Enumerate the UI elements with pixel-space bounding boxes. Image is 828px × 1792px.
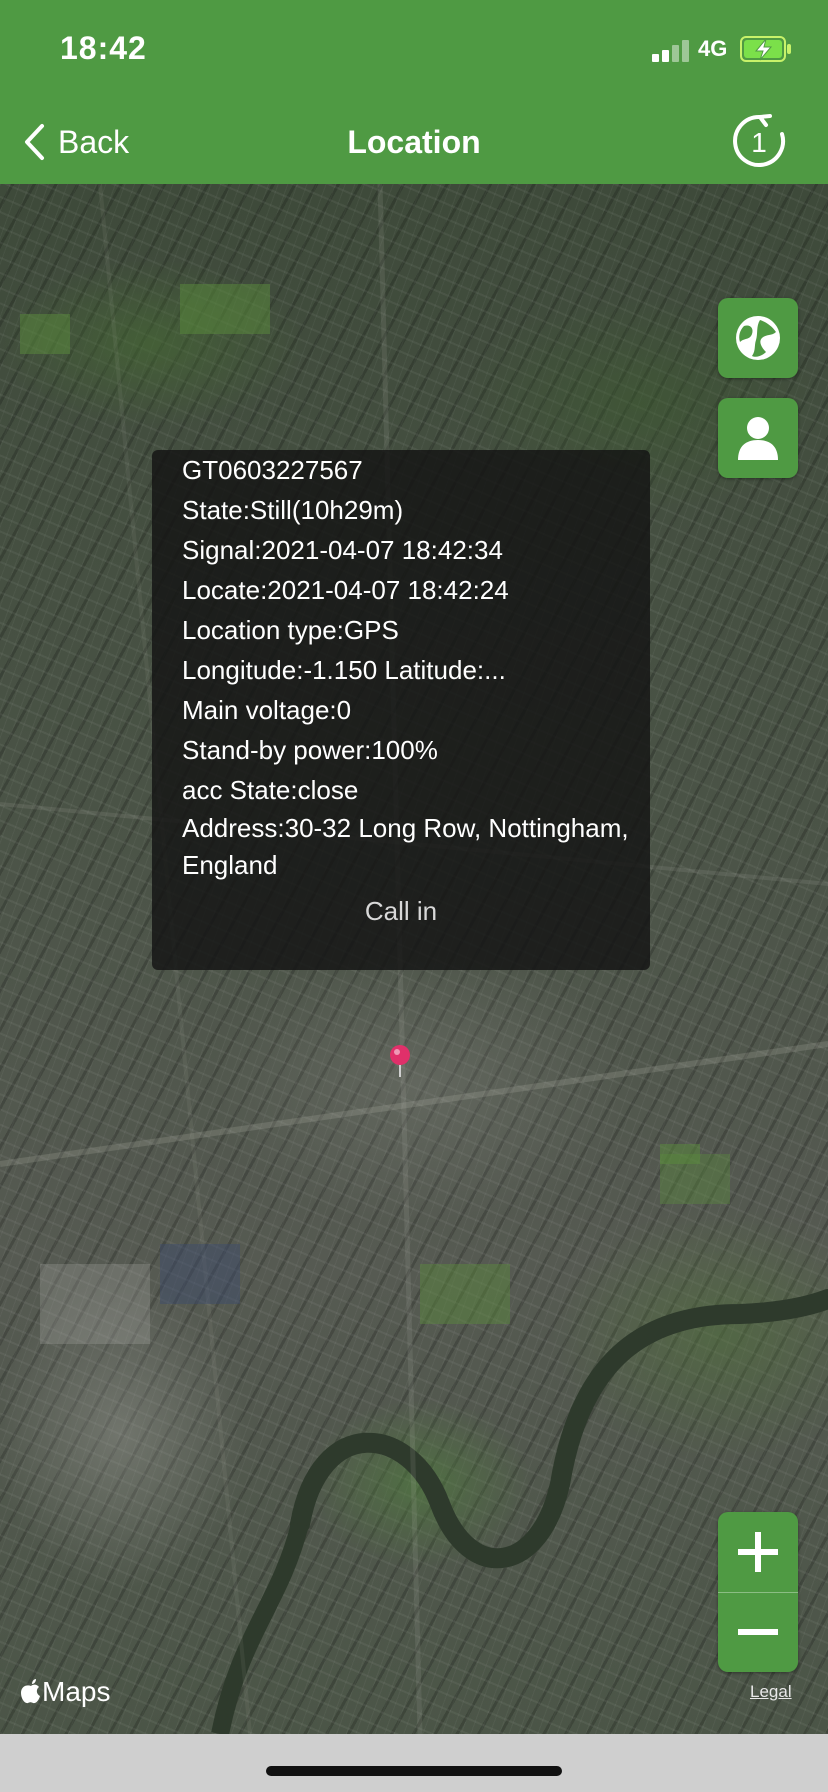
- location-pin-icon[interactable]: [388, 1044, 412, 1078]
- apple-maps-logo: Maps: [20, 1676, 110, 1708]
- acc-state: acc State:close: [182, 775, 359, 805]
- signal-time: Signal:2021-04-07 18:42:34: [182, 535, 503, 565]
- device-id: GT0603227567: [182, 455, 363, 485]
- call-in-button[interactable]: Call in: [152, 896, 650, 927]
- globe-icon: [736, 316, 780, 360]
- zoom-in-button[interactable]: [718, 1512, 798, 1592]
- cellular-signal-icon: [652, 40, 689, 62]
- location-type: Location type:GPS: [182, 615, 399, 645]
- locate-time: Locate:2021-04-07 18:42:24: [182, 575, 509, 605]
- battery-charging-icon: [740, 36, 791, 62]
- zoom-out-button[interactable]: [718, 1592, 798, 1672]
- network-type: 4G: [698, 36, 728, 61]
- address: Address:30-32 Long Row, Nottingham, Engl…: [182, 813, 629, 880]
- status-bar: 18:42 4G: [0, 0, 828, 100]
- coordinates: Longitude:-1.150 Latitude:...: [182, 655, 506, 685]
- plus-icon: [738, 1532, 778, 1572]
- refresh-count: 1: [751, 127, 767, 158]
- map-type-button[interactable]: [718, 298, 798, 378]
- status-time: 18:42: [60, 30, 147, 66]
- zoom-control: [718, 1512, 798, 1672]
- person-icon: [738, 417, 778, 460]
- navigation-bar: Back Location 1: [0, 100, 828, 184]
- user-location-button[interactable]: [718, 398, 798, 478]
- apple-icon: [21, 1679, 40, 1704]
- page-title: Location: [347, 124, 481, 160]
- minus-icon: [738, 1629, 778, 1635]
- legal-link[interactable]: Legal: [750, 1682, 792, 1702]
- standby-power: Stand-by power:100%: [182, 735, 438, 765]
- home-indicator-area: [0, 1734, 828, 1792]
- main-voltage: Main voltage:0: [182, 695, 352, 725]
- maps-label: Maps: [42, 1676, 111, 1707]
- refresh-countdown-icon[interactable]: 1: [730, 112, 788, 170]
- home-indicator[interactable]: [266, 1766, 562, 1776]
- device-state: State:Still(10h29m): [182, 495, 404, 525]
- device-info-popup: GT0603227567 State:Still(10h29m) Signal:…: [152, 450, 650, 970]
